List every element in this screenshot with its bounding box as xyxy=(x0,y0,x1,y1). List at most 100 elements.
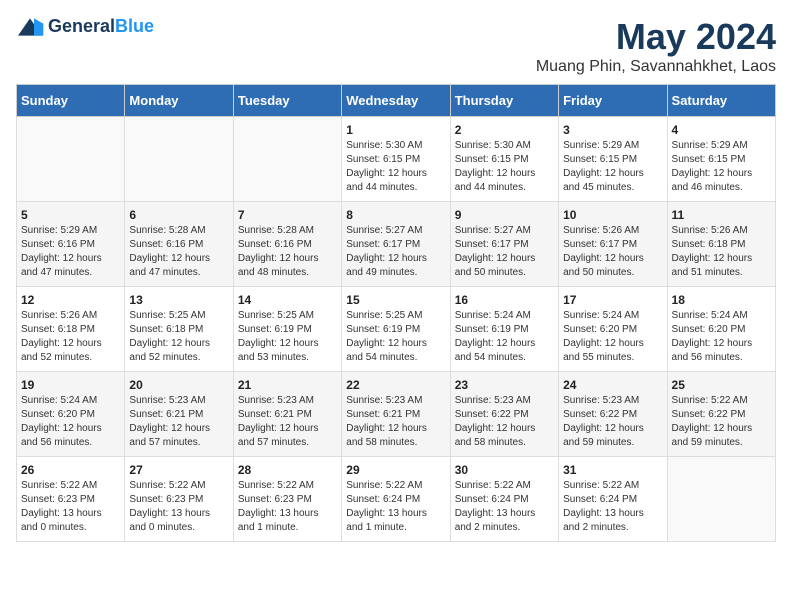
day-number: 14 xyxy=(238,293,337,307)
day-number: 16 xyxy=(455,293,554,307)
table-row: 28 Sunrise: 5:22 AMSunset: 6:23 PMDayligh… xyxy=(233,457,341,542)
day-number: 28 xyxy=(238,463,337,477)
day-info: Sunrise: 5:25 AMSunset: 6:18 PMDaylight:… xyxy=(129,309,228,365)
day-number: 18 xyxy=(672,293,771,307)
main-title: May 2024 xyxy=(536,16,776,58)
day-number: 1 xyxy=(346,123,445,137)
day-info: Sunrise: 5:22 AMSunset: 6:23 PMDaylight:… xyxy=(21,479,120,535)
col-friday: Friday xyxy=(559,85,667,117)
day-number: 3 xyxy=(563,123,662,137)
table-row: 10 Sunrise: 5:26 AMSunset: 6:17 PMDayligh… xyxy=(559,202,667,287)
day-info: Sunrise: 5:22 AMSunset: 6:24 PMDaylight:… xyxy=(563,479,662,535)
logo-blue: Blue xyxy=(115,16,154,36)
day-number: 30 xyxy=(455,463,554,477)
table-row: 7 Sunrise: 5:28 AMSunset: 6:16 PMDaylight… xyxy=(233,202,341,287)
table-row: 17Sunrise: 5:24 AMSunset: 6:20 PMDayligh… xyxy=(559,287,667,372)
table-row: 22Sunrise: 5:23 AMSunset: 6:21 PMDayligh… xyxy=(342,372,450,457)
week-row-5: 26 Sunrise: 5:22 AMSunset: 6:23 PMDayligh… xyxy=(17,457,776,542)
table-row: 26 Sunrise: 5:22 AMSunset: 6:23 PMDayligh… xyxy=(17,457,125,542)
table-row: 31 Sunrise: 5:22 AMSunset: 6:24 PMDayligh… xyxy=(559,457,667,542)
day-info: Sunrise: 5:29 AMSunset: 6:15 PMDaylight:… xyxy=(563,139,662,195)
table-row: 20Sunrise: 5:23 AMSunset: 6:21 PMDayligh… xyxy=(125,372,233,457)
day-number: 5 xyxy=(21,208,120,222)
table-row: 11 Sunrise: 5:26 AMSunset: 6:18 PMDayligh… xyxy=(667,202,775,287)
table-row: 30 Sunrise: 5:22 AMSunset: 6:24 PMDayligh… xyxy=(450,457,558,542)
day-number: 4 xyxy=(672,123,771,137)
day-info: Sunrise: 5:22 AMSunset: 6:23 PMDaylight:… xyxy=(238,479,337,535)
day-info: Sunrise: 5:26 AMSunset: 6:17 PMDaylight:… xyxy=(563,224,662,280)
day-number: 10 xyxy=(563,208,662,222)
table-row: 12 Sunrise: 5:26 AMSunset: 6:18 PMDayligh… xyxy=(17,287,125,372)
logo-text: GeneralBlue xyxy=(48,16,154,37)
day-number: 23 xyxy=(455,378,554,392)
calendar-table: Sunday Monday Tuesday Wednesday Thursday… xyxy=(16,84,776,542)
col-tuesday: Tuesday xyxy=(233,85,341,117)
day-number: 7 xyxy=(238,208,337,222)
table-row: 19Sunrise: 5:24 AMSunset: 6:20 PMDayligh… xyxy=(17,372,125,457)
day-info: Sunrise: 5:29 AMSunset: 6:16 PMDaylight:… xyxy=(21,224,120,280)
table-row: 2 Sunrise: 5:30 AMSunset: 6:15 PMDaylight… xyxy=(450,117,558,202)
table-row: 8Sunrise: 5:27 AMSunset: 6:17 PMDaylight… xyxy=(342,202,450,287)
day-number: 19 xyxy=(21,378,120,392)
table-row: 13 Sunrise: 5:25 AMSunset: 6:18 PMDayligh… xyxy=(125,287,233,372)
table-row: 9 Sunrise: 5:27 AMSunset: 6:17 PMDaylight… xyxy=(450,202,558,287)
day-number: 9 xyxy=(455,208,554,222)
day-info: Sunrise: 5:27 AMSunset: 6:17 PMDaylight:… xyxy=(455,224,554,280)
day-info: Sunrise: 5:22 AMSunset: 6:22 PMDaylight:… xyxy=(672,394,771,450)
table-row: 14 Sunrise: 5:25 AMSunset: 6:19 PMDayligh… xyxy=(233,287,341,372)
day-info: Sunrise: 5:28 AMSunset: 6:16 PMDaylight:… xyxy=(129,224,228,280)
day-number: 11 xyxy=(672,208,771,222)
table-row: 18 Sunrise: 5:24 AMSunset: 6:20 PMDayligh… xyxy=(667,287,775,372)
table-row: 15 Sunrise: 5:25 AMSunset: 6:19 PMDayligh… xyxy=(342,287,450,372)
day-info: Sunrise: 5:23 AMSunset: 6:21 PMDaylight:… xyxy=(346,394,445,450)
table-row: 23 Sunrise: 5:23 AMSunset: 6:22 PMDayligh… xyxy=(450,372,558,457)
table-row: 3 Sunrise: 5:29 AMSunset: 6:15 PMDaylight… xyxy=(559,117,667,202)
col-saturday: Saturday xyxy=(667,85,775,117)
day-number: 2 xyxy=(455,123,554,137)
day-info: Sunrise: 5:29 AMSunset: 6:15 PMDaylight:… xyxy=(672,139,771,195)
day-info: Sunrise: 5:25 AMSunset: 6:19 PMDaylight:… xyxy=(346,309,445,365)
col-wednesday: Wednesday xyxy=(342,85,450,117)
table-row: 16 Sunrise: 5:24 AMSunset: 6:19 PMDayligh… xyxy=(450,287,558,372)
day-info: Sunrise: 5:28 AMSunset: 6:16 PMDaylight:… xyxy=(238,224,337,280)
day-info: Sunrise: 5:23 AMSunset: 6:22 PMDaylight:… xyxy=(455,394,554,450)
table-row: 27 Sunrise: 5:22 AMSunset: 6:23 PMDayligh… xyxy=(125,457,233,542)
day-info: Sunrise: 5:24 AMSunset: 6:19 PMDaylight:… xyxy=(455,309,554,365)
table-row: 5 Sunrise: 5:29 AMSunset: 6:16 PMDaylight… xyxy=(17,202,125,287)
day-info: Sunrise: 5:22 AMSunset: 6:24 PMDaylight:… xyxy=(346,479,445,535)
week-row-1: 1 Sunrise: 5:30 AMSunset: 6:15 PMDaylight… xyxy=(17,117,776,202)
day-info: Sunrise: 5:26 AMSunset: 6:18 PMDaylight:… xyxy=(672,224,771,280)
logo-general: General xyxy=(48,16,115,36)
day-number: 26 xyxy=(21,463,120,477)
table-row: 24Sunrise: 5:23 AMSunset: 6:22 PMDayligh… xyxy=(559,372,667,457)
day-info: Sunrise: 5:25 AMSunset: 6:19 PMDaylight:… xyxy=(238,309,337,365)
col-sunday: Sunday xyxy=(17,85,125,117)
day-info: Sunrise: 5:30 AMSunset: 6:15 PMDaylight:… xyxy=(346,139,445,195)
day-number: 6 xyxy=(129,208,228,222)
title-block: May 2024 Muang Phin, Savannahkhet, Laos xyxy=(536,16,776,76)
day-info: Sunrise: 5:22 AMSunset: 6:23 PMDaylight:… xyxy=(129,479,228,535)
day-number: 27 xyxy=(129,463,228,477)
table-row: 21 Sunrise: 5:23 AMSunset: 6:21 PMDayligh… xyxy=(233,372,341,457)
col-monday: Monday xyxy=(125,85,233,117)
table-row: 25 Sunrise: 5:22 AMSunset: 6:22 PMDayligh… xyxy=(667,372,775,457)
day-info: Sunrise: 5:23 AMSunset: 6:21 PMDaylight:… xyxy=(238,394,337,450)
day-number: 12 xyxy=(21,293,120,307)
day-info: Sunrise: 5:30 AMSunset: 6:15 PMDaylight:… xyxy=(455,139,554,195)
day-info: Sunrise: 5:23 AMSunset: 6:22 PMDaylight:… xyxy=(563,394,662,450)
table-row xyxy=(233,117,341,202)
day-info: Sunrise: 5:24 AMSunset: 6:20 PMDaylight:… xyxy=(672,309,771,365)
day-number: 25 xyxy=(672,378,771,392)
day-number: 29 xyxy=(346,463,445,477)
day-info: Sunrise: 5:22 AMSunset: 6:24 PMDaylight:… xyxy=(455,479,554,535)
day-number: 21 xyxy=(238,378,337,392)
logo: GeneralBlue xyxy=(16,16,154,37)
day-number: 13 xyxy=(129,293,228,307)
day-number: 15 xyxy=(346,293,445,307)
table-row xyxy=(667,457,775,542)
week-row-3: 12 Sunrise: 5:26 AMSunset: 6:18 PMDayligh… xyxy=(17,287,776,372)
table-row xyxy=(125,117,233,202)
day-number: 31 xyxy=(563,463,662,477)
day-info: Sunrise: 5:23 AMSunset: 6:21 PMDaylight:… xyxy=(129,394,228,450)
day-info: Sunrise: 5:26 AMSunset: 6:18 PMDaylight:… xyxy=(21,309,120,365)
